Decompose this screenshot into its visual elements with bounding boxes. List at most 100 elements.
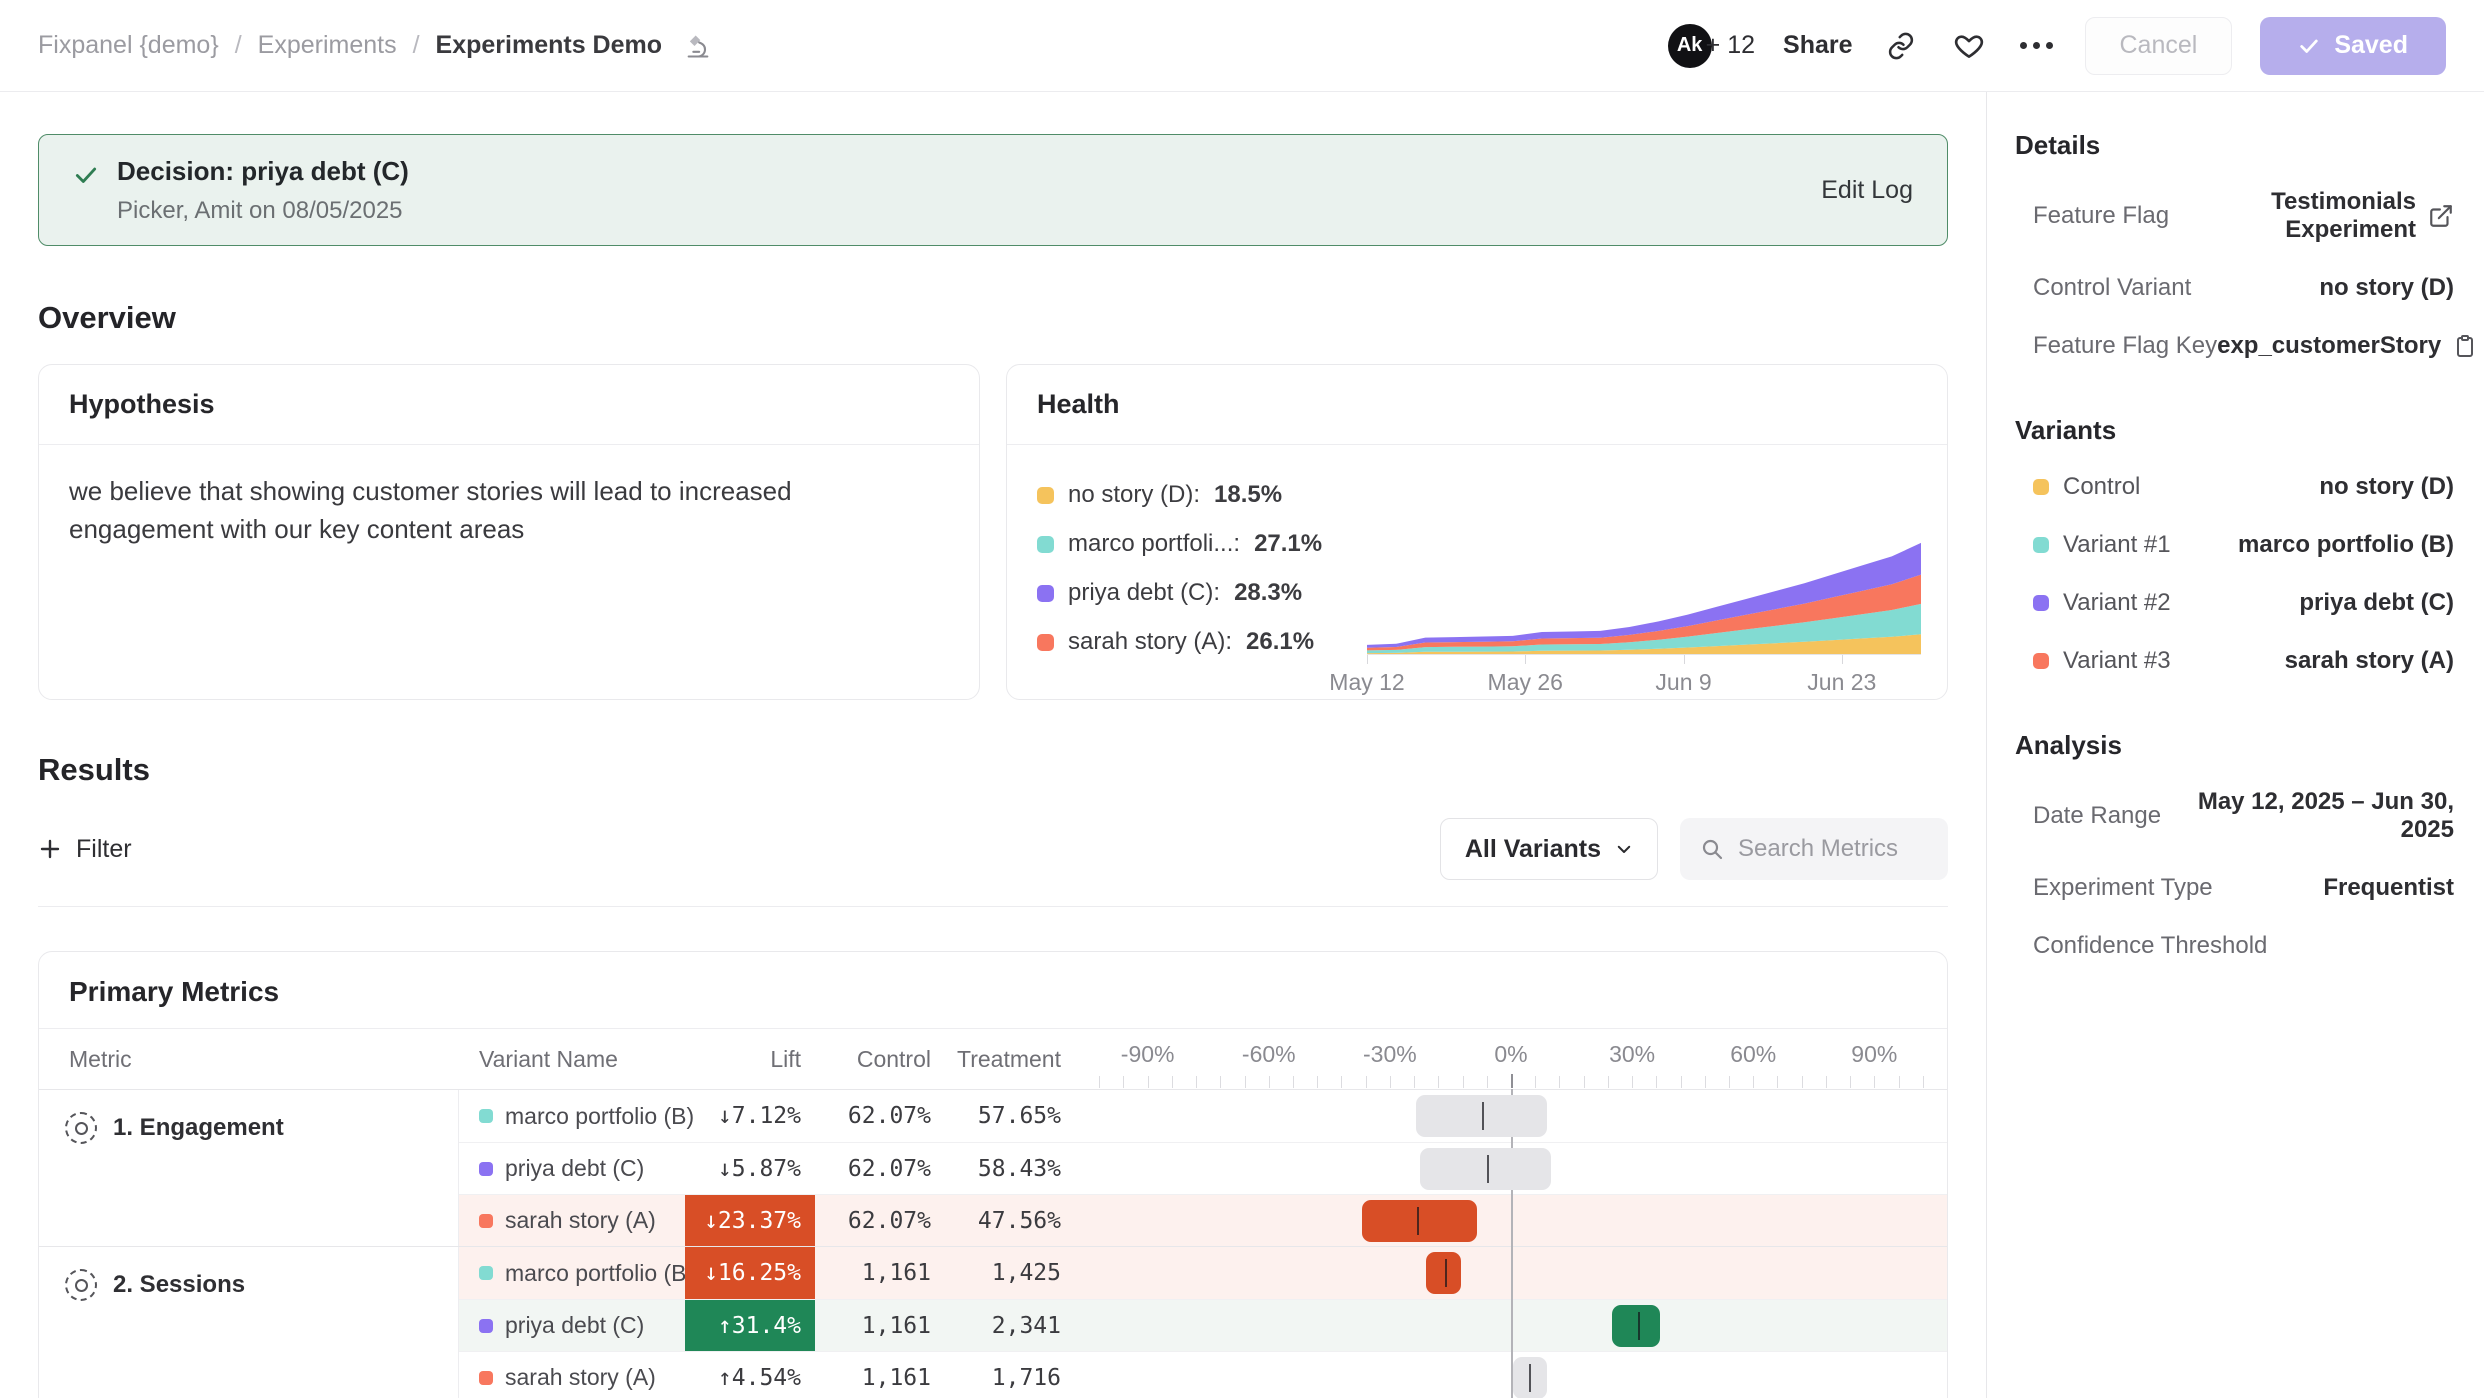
analysis-label: Confidence Threshold [2033,932,2267,960]
variant-label: Variant #1 [2063,531,2171,559]
more-menu-button[interactable] [2017,26,2057,66]
health-area-chart [1367,537,1921,655]
lift-axis-label: 90% [1851,1041,1897,1068]
variant-swatch [479,1109,493,1123]
metric-head: 1. Engagement [65,1102,458,1154]
treatment-value: 1,425 [945,1260,1075,1286]
table-row: marco portfolio (B)↓16.25%1,1611,425 [459,1247,1947,1299]
add-filter-button[interactable]: Filter [38,835,132,864]
axis-tick [1874,1076,1875,1088]
lift-cell: ↑4.54% [685,1352,815,1398]
details-label: Feature Flag [2033,202,2169,230]
axis-tick [1535,1076,1536,1088]
health-axis-line [1367,654,1921,655]
copy-link-button[interactable] [1881,26,1921,66]
health-x-label: Jun 23 [1807,669,1876,696]
saved-label: Saved [2334,31,2408,60]
details-label: Control Variant [2033,274,2191,302]
legend-label: sarah story (A): [1068,628,1232,656]
axis-tick [1123,1076,1124,1088]
search-metrics-input[interactable] [1738,835,1928,863]
share-button[interactable]: Share [1783,31,1852,60]
search-metrics-box [1680,818,1948,880]
plus-icon [38,837,62,861]
metric-group: 2. Sessionsmarco portfolio (B)↓16.25%1,1… [39,1246,1947,1398]
legend-value: 28.3% [1234,579,1302,607]
lift-cell: ↓7.12% [685,1090,815,1142]
legend-label: marco portfoli...: [1068,530,1240,558]
lift-cell: ↑31.4% [685,1300,815,1351]
top-bar: Fixpanel {demo} / Experiments / Experime… [0,0,2484,92]
saved-button[interactable]: Saved [2260,17,2446,75]
axis-tick [1317,1076,1318,1088]
axis-tick [1390,1076,1391,1088]
breadcrumb-experiments[interactable]: Experiments [258,31,397,60]
breadcrumb: Fixpanel {demo} / Experiments / Experime… [38,31,712,60]
table-row: sarah story (A)↓23.37%62.07%47.56% [459,1194,1947,1246]
metric-goal-icon [65,1112,97,1144]
results-divider [38,906,1948,907]
variant-name-cell: priya debt (C) [459,1312,685,1339]
legend-label: no story (D): [1068,481,1200,509]
clipboard-icon[interactable] [2453,334,2477,358]
legend-value: 27.1% [1254,530,1322,558]
details-sidebar: Details Feature FlagTestimonials Experim… [1987,92,2484,1398]
health-axis-tick [1525,655,1526,664]
breadcrumb-current: Experiments Demo [436,31,662,60]
axis-tick [1172,1076,1173,1088]
variant-name-cell: marco portfolio (B) [459,1103,685,1130]
hypothesis-body[interactable]: we believe that showing customer stories… [39,445,939,576]
results-toolbar: Filter All Variants [38,818,1948,880]
table-row: priya debt (C)↓5.87%62.07%58.43% [459,1142,1947,1194]
analysis-label: Experiment Type [2033,874,2213,902]
axis-tick [1099,1076,1100,1088]
cancel-button[interactable]: Cancel [2085,17,2233,75]
hypothesis-card: Hypothesis we believe that showing custo… [38,364,980,700]
lift-value: ↑31.4% [718,1313,801,1339]
favorite-button[interactable] [1949,26,1989,66]
metric-cell: 1. Engagement [39,1090,459,1246]
lift-axis-label: 30% [1609,1041,1655,1068]
table-row: marco portfolio (B)↓7.12%62.07%57.65% [459,1090,1947,1142]
axis-tick [1463,1076,1464,1088]
variant-label: Control [2063,473,2140,501]
legend-swatch [1037,634,1054,651]
table-row: priya debt (C)↑31.4%1,1612,341 [459,1299,1947,1351]
health-axis-tick [1367,655,1368,664]
health-chart: May 12May 26Jun 9Jun 23 [1367,465,1921,699]
lift-value: ↓23.37% [704,1208,801,1234]
table-body: 1. Engagementmarco portfolio (B)↓7.12%62… [39,1089,1947,1398]
variant-value: sarah story (A) [2285,647,2454,675]
overview-heading: Overview [38,300,1948,336]
variant-value: marco portfolio (B) [2238,531,2454,559]
lift-axis-label: -60% [1242,1041,1296,1068]
legend-label: priya debt (C): [1068,579,1220,607]
primary-metrics-card: Primary Metrics Metric Variant Name Lift… [38,951,1948,1398]
variant-swatch [2033,595,2049,611]
axis-tick [1681,1076,1682,1088]
confidence-interval-bar [1612,1305,1660,1347]
axis-tick [1148,1076,1149,1088]
variant-filter-dropdown[interactable]: All Variants [1440,818,1658,880]
health-card: Health no story (D):18.5%marco portfoli.… [1006,364,1948,700]
metric-rows: marco portfolio (B)↓7.12%62.07%57.65%pri… [459,1090,1947,1246]
ellipsis-icon [2020,42,2053,49]
breadcrumb-separator: / [413,31,420,60]
confidence-interval-midpoint [1417,1207,1419,1235]
health-x-label: May 26 [1488,669,1563,696]
confidence-interval-cell [1075,1247,1947,1299]
confidence-interval-cell [1075,1090,1947,1142]
axis-tick [1899,1076,1900,1088]
chevron-down-icon [1615,840,1633,858]
health-x-labels: May 12May 26Jun 9Jun 23 [1367,659,1921,699]
analysis-value: Frequentist [2323,874,2454,902]
external-link-icon[interactable] [2428,203,2454,229]
variant-row: Controlno story (D) [2015,458,2454,516]
column-metric: Metric [39,1046,459,1073]
legend-swatch [1037,585,1054,602]
axis-tick [1729,1076,1730,1088]
breadcrumb-project[interactable]: Fixpanel {demo} [38,31,219,60]
edit-log-button[interactable]: Edit Log [1821,176,1913,205]
details-rows: Feature FlagTestimonials ExperimentContr… [2015,173,2454,375]
axis-tick [1632,1076,1633,1088]
